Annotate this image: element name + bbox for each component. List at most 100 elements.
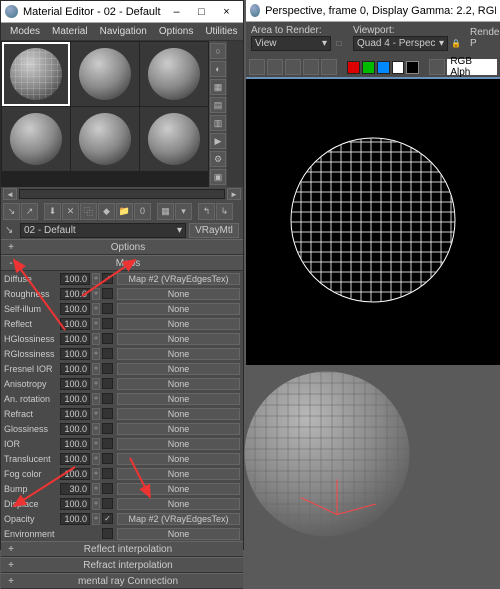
map-slot-button[interactable]: Map #2 (VRayEdgesTex)	[117, 513, 240, 525]
toggle-ui-icon[interactable]	[429, 59, 445, 75]
map-amount-input[interactable]: 100.0	[60, 273, 90, 285]
map-enable-checkbox[interactable]	[102, 318, 113, 329]
spinner-icon[interactable]: ≑	[92, 453, 100, 465]
map-enable-checkbox[interactable]	[102, 378, 113, 389]
rollout-maps[interactable]: -Maps	[1, 255, 243, 271]
map-enable-checkbox[interactable]	[102, 528, 113, 539]
titlebar[interactable]: Material Editor - 02 - Default – □ ×	[1, 1, 243, 23]
make-preview-icon[interactable]: ▶	[210, 133, 226, 149]
material-name-dropdown[interactable]: 02 - Default▾	[20, 223, 186, 238]
map-amount-input[interactable]: 100.0	[60, 498, 90, 510]
rollout-refract-interp[interactable]: +Refract interpolation	[1, 557, 243, 573]
perspective-viewport[interactable]	[246, 365, 500, 550]
scroll-left-icon[interactable]: ◄	[3, 188, 17, 200]
map-slot-button[interactable]: None	[117, 438, 240, 450]
map-slot-button[interactable]: None	[117, 423, 240, 435]
menu-navigation[interactable]: Navigation	[94, 24, 153, 39]
spinner-icon[interactable]: ≑	[92, 468, 100, 480]
area-arrow-icon[interactable]: □	[333, 36, 345, 51]
spinner-icon[interactable]: ≑	[92, 333, 100, 345]
spinner-icon[interactable]: ≑	[92, 438, 100, 450]
copy-image-icon[interactable]	[267, 59, 283, 75]
map-slot-button[interactable]: None	[117, 303, 240, 315]
select-by-material-icon[interactable]: ▣	[210, 169, 226, 185]
spinner-icon[interactable]: ≑	[92, 423, 100, 435]
map-enable-checkbox[interactable]	[102, 438, 113, 449]
map-amount-input[interactable]: 100.0	[60, 408, 90, 420]
rollout-options[interactable]: +Options	[1, 239, 243, 255]
viewport-dropdown[interactable]: Quad 4 - Perspec▾	[353, 36, 448, 51]
material-id-icon[interactable]: 0	[134, 203, 151, 220]
map-amount-input[interactable]: 100.0	[60, 468, 90, 480]
close-button[interactable]: ×	[214, 3, 239, 21]
map-enable-checkbox[interactable]	[102, 468, 113, 479]
background-icon[interactable]: ▦	[210, 79, 226, 95]
spinner-icon[interactable]: ≑	[92, 348, 100, 360]
material-type-button[interactable]: VRayMtl	[189, 223, 239, 238]
channel-display-dropdown[interactable]: RGB Alph	[447, 59, 497, 75]
map-enable-checkbox[interactable]	[102, 453, 113, 464]
map-enable-checkbox[interactable]	[102, 303, 113, 314]
rollout-reflect-interp[interactable]: +Reflect interpolation	[1, 541, 243, 557]
blue-channel-icon[interactable]	[377, 61, 390, 74]
map-amount-input[interactable]: 100.0	[60, 513, 90, 525]
sample-type-icon[interactable]: ○	[210, 43, 226, 59]
spinner-icon[interactable]: ≑	[92, 363, 100, 375]
scroll-track[interactable]	[19, 189, 225, 199]
map-slot-button[interactable]: None	[117, 378, 240, 390]
map-enable-checkbox[interactable]	[102, 288, 113, 299]
spinner-icon[interactable]: ≑	[92, 393, 100, 405]
green-channel-icon[interactable]	[362, 61, 375, 74]
slots-hscroll[interactable]: ◄ ►	[1, 187, 243, 201]
red-channel-icon[interactable]	[347, 61, 360, 74]
transform-gizmo[interactable]	[337, 465, 387, 515]
spinner-icon[interactable]: ≑	[92, 483, 100, 495]
save-image-icon[interactable]	[249, 59, 265, 75]
print-image-icon[interactable]	[303, 59, 319, 75]
spinner-icon[interactable]: ≑	[92, 288, 100, 300]
map-amount-input[interactable]: 100.0	[60, 363, 90, 375]
uv-tiling-icon[interactable]: ▤	[210, 97, 226, 113]
scroll-right-icon[interactable]: ►	[227, 188, 241, 200]
map-enable-checkbox[interactable]	[102, 363, 113, 374]
map-slot-button[interactable]: None	[117, 408, 240, 420]
map-amount-input[interactable]: 100.0	[60, 303, 90, 315]
map-slot-button[interactable]: Map #2 (VRayEdgesTex)	[117, 273, 240, 285]
map-enable-checkbox[interactable]	[102, 423, 113, 434]
map-amount-input[interactable]: 100.0	[60, 288, 90, 300]
map-enable-checkbox[interactable]	[102, 393, 113, 404]
spinner-icon[interactable]: ≑	[92, 273, 100, 285]
map-amount-input[interactable]: 100.0	[60, 453, 90, 465]
show-map-icon[interactable]: ▦	[157, 203, 174, 220]
put-to-scene-icon[interactable]: ↗	[21, 203, 38, 220]
map-slot-button[interactable]: None	[117, 318, 240, 330]
reset-map-icon[interactable]: ✕	[62, 203, 79, 220]
map-slot-button[interactable]: None	[117, 453, 240, 465]
material-slot-1[interactable]	[2, 42, 70, 106]
render-titlebar[interactable]: Perspective, frame 0, Display Gamma: 2.2…	[246, 0, 500, 22]
map-enable-checkbox[interactable]	[102, 408, 113, 419]
map-slot-button[interactable]: None	[117, 333, 240, 345]
map-amount-input[interactable]: 100.0	[60, 378, 90, 390]
clear-image-icon[interactable]	[321, 59, 337, 75]
lock-viewport-icon[interactable]: 🔒	[450, 36, 462, 51]
map-amount-input[interactable]: 100.0	[60, 318, 90, 330]
options-icon[interactable]: ⚙	[210, 151, 226, 167]
spinner-icon[interactable]: ≑	[92, 513, 100, 525]
map-enable-checkbox[interactable]	[102, 498, 113, 509]
menu-modes[interactable]: Modes	[4, 24, 46, 39]
map-amount-input[interactable]: 100.0	[60, 333, 90, 345]
map-amount-input[interactable]: 100.0	[60, 438, 90, 450]
assign-to-selection-icon[interactable]: ⬇	[44, 203, 61, 220]
material-slot-4[interactable]	[2, 107, 70, 171]
make-copy-icon[interactable]: ⿻	[80, 203, 97, 220]
spinner-icon[interactable]: ≑	[92, 303, 100, 315]
make-unique-icon[interactable]: ◆	[98, 203, 115, 220]
menu-options[interactable]: Options	[153, 24, 199, 39]
rollout-mental-ray[interactable]: +mental ray Connection	[1, 573, 243, 589]
spinner-icon[interactable]: ≑	[92, 408, 100, 420]
spinner-icon[interactable]: ≑	[92, 318, 100, 330]
map-amount-input[interactable]: 30.0	[60, 483, 90, 495]
alpha-channel-icon[interactable]	[392, 61, 405, 74]
map-slot-button[interactable]: None	[117, 393, 240, 405]
